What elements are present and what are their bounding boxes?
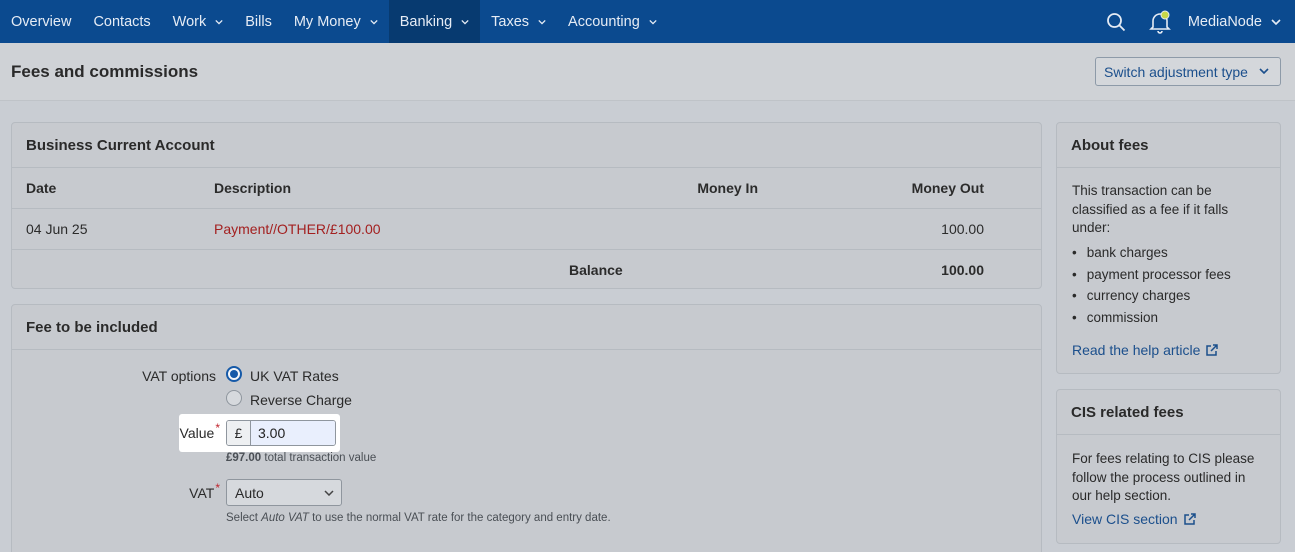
value-input-group: £ bbox=[226, 420, 336, 446]
page-title: Fees and commissions bbox=[11, 62, 199, 81]
list-item: payment processor fees bbox=[1072, 264, 1231, 286]
chevron-down-icon bbox=[649, 19, 657, 25]
switch-adjustment-type-label: Switch adjustment type bbox=[1104, 63, 1248, 80]
account-menu[interactable]: MediaNode bbox=[1172, 14, 1295, 30]
cis-fees-title: CIS related fees bbox=[1057, 390, 1280, 435]
list-item: commission bbox=[1072, 307, 1231, 329]
cis-fees-text: For fees relating to CIS please follow t… bbox=[1072, 451, 1255, 503]
list-item: bank charges bbox=[1072, 242, 1231, 264]
value-input[interactable] bbox=[251, 421, 335, 445]
about-fees-panel: About fees This transaction can be class… bbox=[1056, 122, 1281, 374]
nav-taxes-label: Taxes bbox=[491, 13, 530, 30]
about-fees-title: About fees bbox=[1057, 123, 1280, 168]
chevron-down-icon bbox=[1259, 68, 1269, 74]
total-transaction-hint: £97.00 total transaction value bbox=[226, 452, 376, 464]
about-fees-list: bank charges payment processor fees curr… bbox=[1072, 242, 1231, 328]
nav-my-money[interactable]: My Money bbox=[283, 0, 389, 43]
account-panel-title: Business Current Account bbox=[12, 123, 1041, 168]
column-header-date: Date bbox=[26, 180, 57, 196]
balance-value: 100.00 bbox=[941, 262, 984, 278]
nav-work[interactable]: Work bbox=[162, 0, 235, 43]
nav-banking[interactable]: Banking bbox=[388, 0, 481, 43]
read-help-article-link[interactable]: Read the help article bbox=[1072, 342, 1219, 358]
radio-uk-vat-rates-label[interactable]: UK VAT Rates bbox=[250, 368, 339, 384]
currency-symbol: £ bbox=[227, 421, 251, 445]
vat-hint-suffix: to use the normal VAT rate for the categ… bbox=[312, 512, 611, 524]
radio-reverse-charge-label[interactable]: Reverse Charge bbox=[250, 392, 352, 408]
required-marker: * bbox=[215, 481, 220, 495]
chevron-down-icon bbox=[324, 490, 334, 496]
nav-bills[interactable]: Bills bbox=[234, 0, 283, 43]
view-cis-section-link[interactable]: View CIS section bbox=[1072, 511, 1196, 527]
vat-select[interactable]: Auto bbox=[226, 479, 342, 506]
search-icon[interactable] bbox=[1104, 10, 1128, 34]
chevron-down-icon bbox=[370, 19, 378, 25]
nav-accounting-label: Accounting bbox=[568, 13, 640, 30]
cis-fees-panel: CIS related fees For fees relating to CI… bbox=[1056, 389, 1281, 544]
nav-taxes[interactable]: Taxes bbox=[480, 0, 557, 43]
total-text: total transaction value bbox=[264, 452, 377, 464]
switch-adjustment-type-button[interactable]: Switch adjustment type bbox=[1095, 57, 1281, 86]
nav-my-money-label: My Money bbox=[293, 13, 361, 30]
column-header-money-out: Money Out bbox=[911, 180, 984, 196]
nav-banking-label: Banking bbox=[399, 13, 453, 30]
nav-bills-label: Bills bbox=[245, 13, 272, 30]
list-item: currency charges bbox=[1072, 285, 1231, 307]
balance-row: Balance 100.00 bbox=[12, 250, 1041, 290]
row-description-link[interactable]: Payment//OTHER/£100.00 bbox=[214, 221, 381, 237]
radio-reverse-charge[interactable] bbox=[226, 390, 242, 406]
fee-panel-title: Fee to be included bbox=[12, 305, 1041, 350]
value-label: Value* bbox=[150, 421, 220, 441]
about-fees-intro: This transaction can be classified as a … bbox=[1072, 183, 1229, 235]
nav-right-group: MediaNode bbox=[1104, 0, 1295, 43]
chevron-down-icon bbox=[215, 19, 223, 25]
table-header-row: Date Description Money In Money Out bbox=[12, 168, 1041, 209]
table-row: 04 Jun 25 Payment//OTHER/£100.00 100.00 bbox=[12, 209, 1041, 250]
account-panel: Business Current Account Date Descriptio… bbox=[11, 122, 1042, 289]
chevron-down-icon bbox=[1271, 18, 1281, 25]
vat-label-text: VAT bbox=[189, 485, 215, 501]
bell-icon[interactable] bbox=[1148, 10, 1172, 34]
vat-select-value: Auto bbox=[235, 485, 264, 501]
row-date: 04 Jun 25 bbox=[26, 221, 88, 237]
view-cis-section-label: View CIS section bbox=[1072, 511, 1178, 527]
balance-label: Balance bbox=[569, 262, 623, 278]
account-name: MediaNode bbox=[1187, 13, 1262, 30]
chevron-down-icon bbox=[538, 19, 546, 25]
read-help-article-label: Read the help article bbox=[1072, 342, 1201, 358]
required-marker: * bbox=[215, 421, 220, 435]
row-money-out: 100.00 bbox=[941, 221, 984, 237]
chevron-down-icon bbox=[461, 19, 469, 25]
column-header-description: Description bbox=[214, 180, 292, 196]
vat-hint-emphasis: Auto VAT bbox=[261, 512, 309, 524]
vat-label: VAT* bbox=[150, 481, 220, 501]
column-header-money-in: Money In bbox=[697, 180, 758, 196]
vat-hint-prefix: Select bbox=[226, 512, 258, 524]
value-label-text: Value bbox=[179, 425, 215, 441]
nav-accounting[interactable]: Accounting bbox=[557, 0, 668, 43]
external-link-icon bbox=[1206, 343, 1219, 356]
nav-overview[interactable]: Overview bbox=[0, 0, 82, 43]
nav-contacts-label: Contacts bbox=[93, 13, 151, 30]
top-navigation: Overview Contacts Work Bills My Money Ba… bbox=[0, 0, 1295, 43]
page-header: Fees and commissions Switch adjustment t… bbox=[0, 43, 1295, 101]
radio-uk-vat-rates[interactable] bbox=[226, 366, 242, 382]
total-amount: £97.00 bbox=[226, 452, 262, 464]
nav-contacts[interactable]: Contacts bbox=[82, 0, 161, 43]
nav-work-label: Work bbox=[172, 13, 207, 30]
vat-hint: Select Auto VAT to use the normal VAT ra… bbox=[226, 512, 611, 524]
external-link-icon bbox=[1183, 512, 1196, 525]
nav-overview-label: Overview bbox=[11, 13, 72, 30]
vat-options-label: VAT options bbox=[142, 368, 216, 384]
